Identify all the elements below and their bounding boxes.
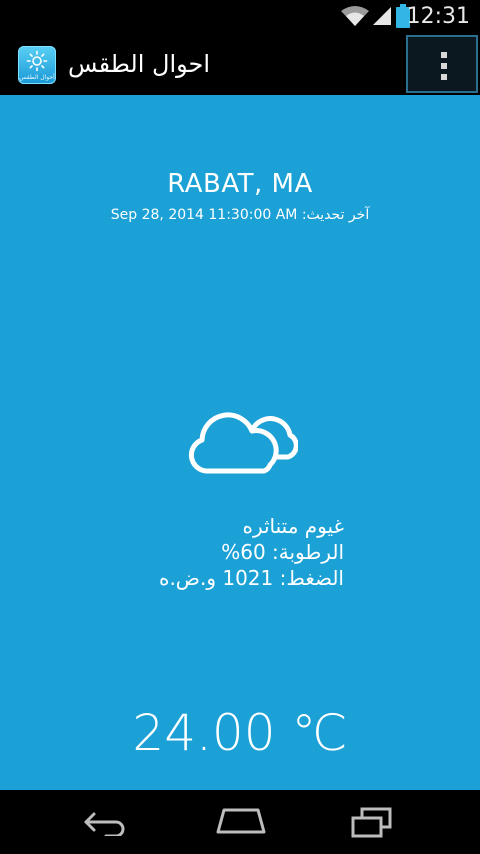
pressure-label: الضغط: — [279, 566, 344, 590]
action-bar: أحوال الطقس احوال الطقس — [0, 33, 480, 95]
app-icon-caption: أحوال الطقس — [19, 74, 55, 81]
cloudy-icon — [188, 412, 298, 474]
signal-icon — [373, 7, 391, 25]
last-update: Sep 28, 2014 11:30:00 AM آخر تحديث: — [0, 205, 480, 225]
city-name: RABAT, MA — [167, 169, 313, 199]
weather-details: غيوم متناثره الرطوبة: 60% الضغط: 1021 و.… — [159, 513, 344, 591]
recent-apps-icon[interactable] — [350, 806, 394, 838]
humidity-label: الرطوبة: — [272, 540, 344, 564]
weather-description: غيوم متناثره — [242, 514, 344, 538]
home-icon[interactable] — [214, 806, 268, 836]
overflow-menu-icon-dot — [441, 74, 447, 80]
status-time: 12:31 — [406, 4, 470, 29]
pressure-row: الضغط: 1021 و.ض.ه — [159, 565, 344, 591]
sun-icon — [26, 50, 48, 72]
overflow-menu-icon — [441, 52, 447, 58]
last-update-value: Sep 28, 2014 11:30:00 AM — [110, 207, 298, 223]
weather-panel: RABAT, MA Sep 28, 2014 11:30:00 AM آخر ت… — [0, 95, 480, 790]
overflow-menu-button[interactable] — [406, 35, 478, 93]
weather-app-icon[interactable]: أحوال الطقس — [18, 46, 56, 84]
screen: 12:31 أحوال الطقس احوال الطقس RABAT, MA … — [0, 0, 480, 854]
pressure-value: 1021 — [222, 566, 274, 590]
overflow-menu-icon-dot — [441, 63, 447, 69]
navigation-bar — [0, 790, 480, 854]
humidity-row: الرطوبة: 60% — [159, 539, 344, 565]
back-icon[interactable] — [82, 810, 130, 836]
humidity-value: 60% — [221, 540, 266, 564]
app-title: احوال الطقس — [68, 50, 211, 78]
last-update-label: آخر تحديث: — [301, 207, 370, 223]
wifi-icon — [341, 6, 369, 26]
temperature: 24.00 ℃ — [132, 704, 348, 762]
pressure-unit: و.ض.ه — [158, 566, 216, 590]
status-bar: 12:31 — [0, 0, 480, 33]
